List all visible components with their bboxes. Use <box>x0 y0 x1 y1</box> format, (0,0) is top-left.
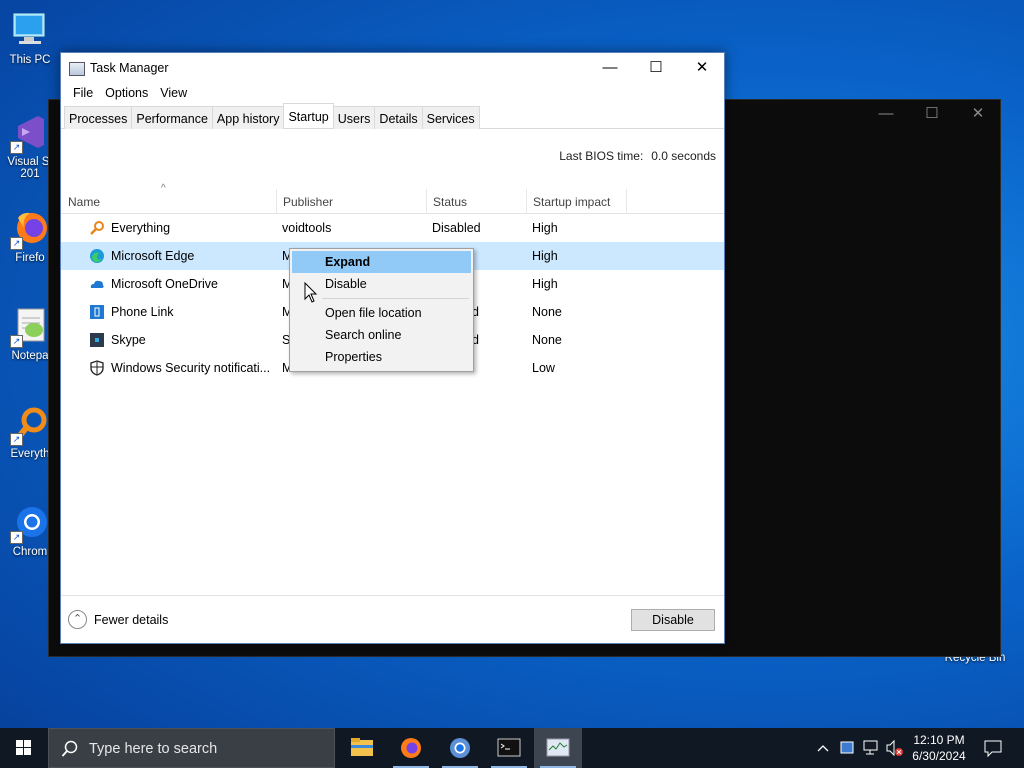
maximize-button[interactable]: ☐ <box>633 53 679 83</box>
shortcut-arrow-icon: ↗ <box>10 335 23 348</box>
taskbar-clock[interactable]: 12:10 PM 6/30/2024 <box>896 732 982 764</box>
tab-services[interactable]: Services <box>421 106 480 129</box>
row-impact: High <box>532 249 558 263</box>
firefox-icon: ↗ <box>10 208 50 250</box>
tab-performance[interactable]: Performance <box>131 106 213 129</box>
task-manager-icon <box>69 62 85 76</box>
notification-icon[interactable] <box>982 728 1004 768</box>
row-name: Microsoft OneDrive <box>111 277 218 291</box>
show-hidden-icons-button[interactable] <box>814 728 832 768</box>
close-button[interactable]: ✕ <box>679 53 725 83</box>
column-header-status[interactable]: Status <box>426 189 527 214</box>
taskbar: Type here to search 12:10 PM 6/30/2024 <box>0 728 1024 768</box>
tab-processes[interactable]: Processes <box>64 106 133 129</box>
menu-separator <box>322 298 469 299</box>
console-minimize-button[interactable]: — <box>863 100 909 128</box>
row-publisher: voidtools <box>282 221 332 235</box>
last-bios-label: Last BIOS time: <box>559 149 644 163</box>
menu-bar: File Options View <box>61 83 724 105</box>
taskbar-chrome[interactable] <box>436 728 484 768</box>
row-name: Everything <box>111 221 171 235</box>
skype-icon <box>89 332 105 348</box>
row-name: Microsoft Edge <box>111 249 195 263</box>
tab-bar: Processes Performance App history Startu… <box>61 103 724 129</box>
shortcut-arrow-icon: ↗ <box>10 433 23 446</box>
everything-icon: ↗ <box>10 404 50 446</box>
tray-display-icon[interactable] <box>838 728 856 768</box>
taskbar-file-explorer[interactable] <box>338 728 386 768</box>
chrome-icon <box>450 738 470 758</box>
edge-icon <box>89 248 105 264</box>
tab-app-history[interactable]: App history <box>211 106 285 129</box>
console-close-button[interactable]: ✕ <box>955 100 1001 128</box>
onedrive-icon <box>89 276 105 292</box>
sort-up-icon: ^ <box>161 183 166 194</box>
menu-options[interactable]: Options <box>99 83 154 105</box>
terminal-icon <box>497 738 521 757</box>
network-icon[interactable] <box>860 728 882 768</box>
clock-date: 6/30/2024 <box>912 749 966 763</box>
table-row[interactable]: Everything voidtools Disabled High <box>61 214 724 242</box>
chevron-up-icon <box>817 745 829 752</box>
footer-bar: ⌃ Fewer details Disable <box>61 595 724 643</box>
row-impact: High <box>532 277 558 291</box>
taskbar-task-manager[interactable] <box>534 728 582 768</box>
row-name: Phone Link <box>111 305 174 319</box>
tab-users[interactable]: Users <box>332 106 376 129</box>
row-impact: Low <box>532 361 555 375</box>
taskbar-terminal[interactable] <box>485 728 533 768</box>
console-maximize-button[interactable]: ☐ <box>909 100 955 128</box>
chevron-up-icon: ⌃ <box>68 610 87 629</box>
shortcut-arrow-icon: ↗ <box>10 237 23 250</box>
title-bar[interactable]: Task Manager — ☐ ✕ <box>61 53 724 83</box>
tab-startup[interactable]: Startup <box>283 103 334 128</box>
mouse-cursor-icon <box>304 281 318 304</box>
menu-item-open-file-location[interactable]: Open file location <box>292 302 471 324</box>
row-name: Skype <box>111 333 146 347</box>
visual-studio-icon: ↗ <box>10 112 50 154</box>
minimize-button[interactable]: — <box>587 53 633 83</box>
chrome-icon: ↗ <box>10 502 50 544</box>
row-name: Windows Security notificati... <box>111 361 271 375</box>
context-menu: Expand Disable Open file location Search… <box>289 248 474 372</box>
menu-item-disable[interactable]: Disable <box>292 273 471 295</box>
computer-icon <box>10 10 50 50</box>
search-icon <box>61 740 78 757</box>
task-manager-icon <box>546 738 570 757</box>
menu-item-properties[interactable]: Properties <box>292 346 471 368</box>
row-impact: None <box>532 333 562 347</box>
disable-button[interactable]: Disable <box>631 609 715 631</box>
last-bios-time: Last BIOS time: 0.0 seconds <box>559 149 716 163</box>
notepad-plus-icon: ↗ <box>10 306 50 348</box>
taskbar-firefox[interactable] <box>387 728 435 768</box>
desktop-icon-this-pc[interactable]: This PC <box>2 10 58 66</box>
phone-link-icon <box>89 304 105 320</box>
firefox-icon <box>401 738 421 758</box>
column-header-row: ^ Name Publisher Status Startup impact <box>61 183 724 214</box>
menu-view[interactable]: View <box>154 83 193 105</box>
column-header-name[interactable]: ^ Name <box>61 183 277 214</box>
column-header-publisher[interactable]: Publisher <box>276 189 427 214</box>
everything-icon <box>89 220 105 236</box>
menu-item-search-online[interactable]: Search online <box>292 324 471 346</box>
row-impact: None <box>532 305 562 319</box>
windows-logo-icon <box>16 740 31 755</box>
shortcut-arrow-icon: ↗ <box>10 531 23 544</box>
shield-icon <box>89 360 105 376</box>
window-title: Task Manager <box>90 61 169 75</box>
last-bios-value: 0.0 seconds <box>651 149 716 163</box>
fewer-details-button[interactable]: ⌃ Fewer details <box>68 610 168 629</box>
row-status: Disabled <box>432 221 481 235</box>
row-impact: High <box>532 221 558 235</box>
file-explorer-icon <box>351 738 373 756</box>
taskbar-search-box[interactable]: Type here to search <box>48 728 335 768</box>
tab-details[interactable]: Details <box>374 106 423 129</box>
start-button[interactable] <box>0 728 48 768</box>
search-placeholder: Type here to search <box>89 741 218 757</box>
clock-time: 12:10 PM <box>913 733 965 747</box>
shortcut-arrow-icon: ↗ <box>10 141 23 154</box>
column-header-startup-impact[interactable]: Startup impact <box>526 189 627 214</box>
menu-item-expand[interactable]: Expand <box>292 251 471 273</box>
menu-file[interactable]: File <box>67 83 99 105</box>
